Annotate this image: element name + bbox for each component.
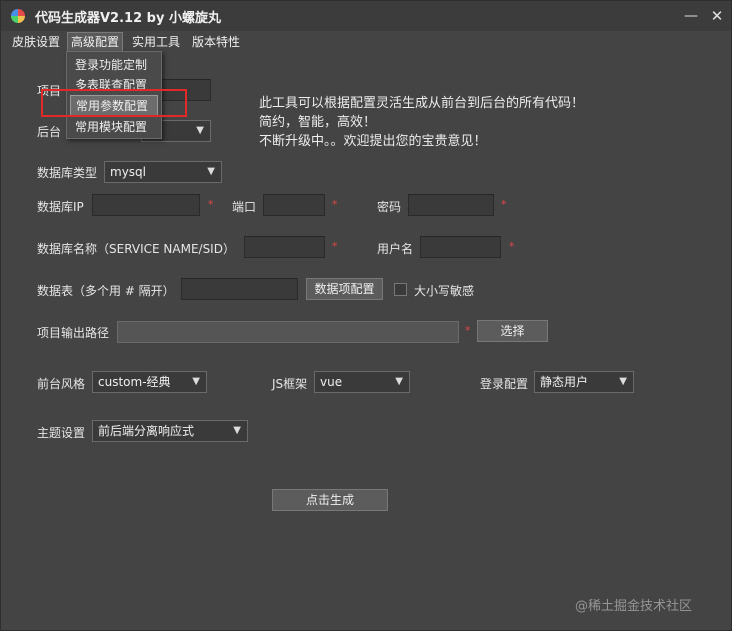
chevron-down-icon: ▼ xyxy=(395,376,403,387)
menu-bar: 皮肤设置 高级配置 实用工具 版本特性 xyxy=(1,31,731,53)
login-config-select[interactable]: 静态用户 ▼ xyxy=(534,371,634,393)
required-mark: * xyxy=(509,240,515,253)
db-type-label: 数据库类型 xyxy=(37,166,98,180)
chevron-down-icon: ▼ xyxy=(233,425,241,436)
db-name-label: 数据库名称（SERVICE NAME/SID） xyxy=(37,242,235,256)
case-sensitive-checkbox[interactable] xyxy=(394,283,407,296)
frontend-style-select[interactable]: custom-经典 ▼ xyxy=(92,371,207,393)
tables-label: 数据表（多个用 # 隔开） xyxy=(37,284,175,298)
required-mark: * xyxy=(332,198,338,211)
frontend-style-value: custom-经典 xyxy=(98,375,171,389)
required-mark: * xyxy=(208,198,214,211)
chevron-down-icon: ▼ xyxy=(619,376,627,387)
js-framework-label: JS框架 xyxy=(272,377,308,391)
username-label: 用户名 xyxy=(377,242,414,256)
frontend-style-label: 前台风格 xyxy=(37,377,86,391)
menu-advanced-config[interactable]: 高级配置 xyxy=(67,32,124,52)
intro-line-1: 此工具可以根据配置灵活生成从前台到后台的所有代码！ xyxy=(259,96,585,111)
title-bar[interactable]: 代码生成器V2.12 by 小螺旋丸 — ✕ xyxy=(1,1,731,31)
required-mark: * xyxy=(332,240,338,253)
db-type-value: mysql xyxy=(110,165,146,179)
app-logo-icon xyxy=(11,9,25,23)
theme-value: 前后端分离响应式 xyxy=(98,424,195,438)
backend-label: 后台 xyxy=(37,125,62,139)
menu-version-features[interactable]: 版本特性 xyxy=(189,32,243,52)
password-input[interactable] xyxy=(408,194,494,216)
close-button[interactable]: ✕ xyxy=(707,6,727,26)
menu-utility-tools[interactable]: 实用工具 xyxy=(129,32,183,52)
db-type-select[interactable]: mysql ▼ xyxy=(104,161,222,183)
chevron-down-icon: ▼ xyxy=(207,166,215,177)
db-ip-input[interactable] xyxy=(92,194,200,216)
intro-line-3: 不断升级中。。欢迎提出您的宝贵意见！ xyxy=(259,134,487,149)
theme-label: 主题设置 xyxy=(37,426,86,440)
chevron-down-icon: ▼ xyxy=(196,125,204,136)
intro-line-2: 简约，智能，高效！ xyxy=(259,115,377,130)
chevron-down-icon: ▼ xyxy=(192,376,200,387)
window-title: 代码生成器V2.12 by 小螺旋丸 xyxy=(35,11,221,26)
case-sensitive-label: 大小写敏感 xyxy=(414,284,475,298)
db-ip-label: 数据库IP xyxy=(37,200,84,214)
generate-button[interactable]: 点击生成 xyxy=(272,489,388,511)
dropdown-item-common-modules[interactable]: 常用模块配置 xyxy=(67,116,161,138)
required-mark: * xyxy=(465,324,471,337)
menu-skin-settings[interactable]: 皮肤设置 xyxy=(9,32,63,52)
output-path-label: 项目输出路径 xyxy=(37,326,110,340)
js-framework-select[interactable]: vue ▼ xyxy=(314,371,410,393)
password-label: 密码 xyxy=(377,200,402,214)
js-framework-value: vue xyxy=(320,375,343,389)
highlight-annotation-box xyxy=(41,89,187,117)
watermark-text: @稀土掘金技术社区 xyxy=(575,599,693,614)
intro-text: 此工具可以根据配置灵活生成从前台到后台的所有代码！ 简约，智能，高效！ 不断升级… xyxy=(259,94,584,151)
port-input[interactable] xyxy=(263,194,325,216)
output-path-input[interactable] xyxy=(117,321,459,343)
dropdown-item-login-customize[interactable]: 登录功能定制 xyxy=(67,54,161,76)
choose-path-button[interactable]: 选择 xyxy=(477,320,548,342)
theme-select[interactable]: 前后端分离响应式 ▼ xyxy=(92,420,248,442)
tables-input[interactable] xyxy=(181,278,298,300)
table-config-button[interactable]: 数据项配置 xyxy=(306,278,383,300)
port-label: 端口 xyxy=(232,200,257,214)
login-config-label: 登录配置 xyxy=(480,377,529,391)
db-name-input[interactable] xyxy=(244,236,325,258)
login-config-value: 静态用户 xyxy=(540,375,589,389)
minimize-button[interactable]: — xyxy=(681,6,701,26)
app-window: 代码生成器V2.12 by 小螺旋丸 — ✕ 皮肤设置 高级配置 实用工具 版本… xyxy=(0,0,732,631)
username-input[interactable] xyxy=(420,236,501,258)
required-mark: * xyxy=(501,198,507,211)
